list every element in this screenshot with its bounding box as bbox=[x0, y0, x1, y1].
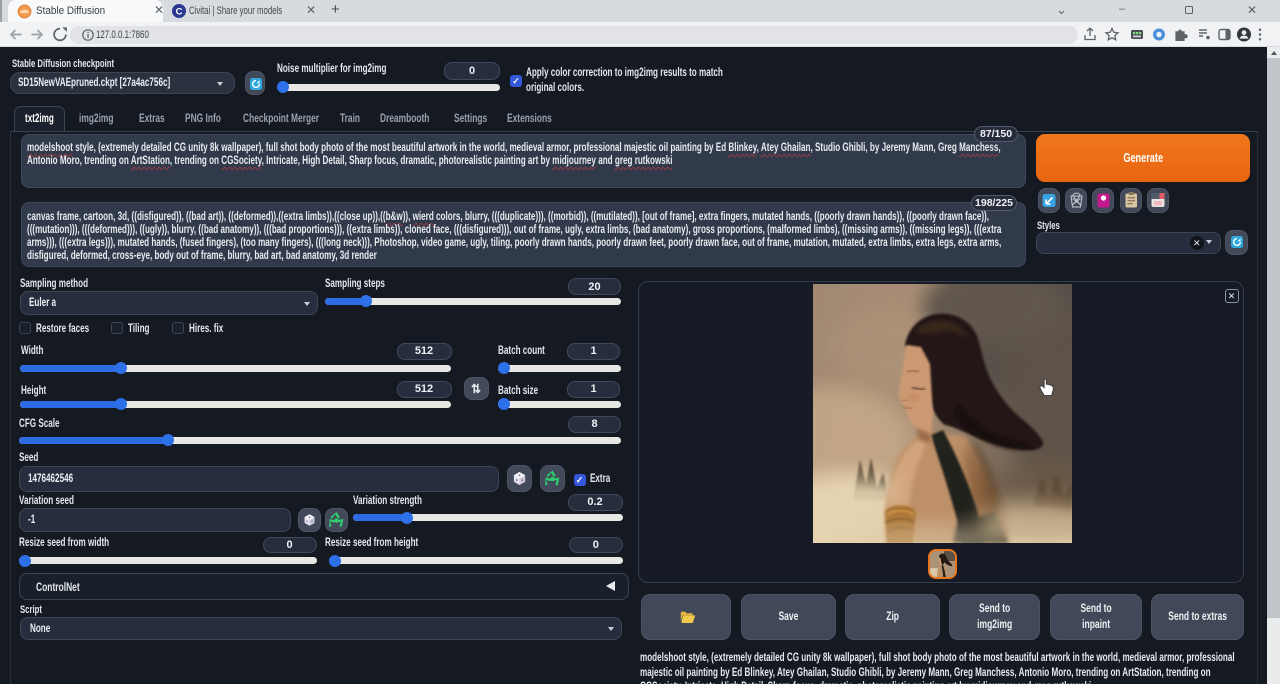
svg-text:C: C bbox=[176, 7, 183, 18]
